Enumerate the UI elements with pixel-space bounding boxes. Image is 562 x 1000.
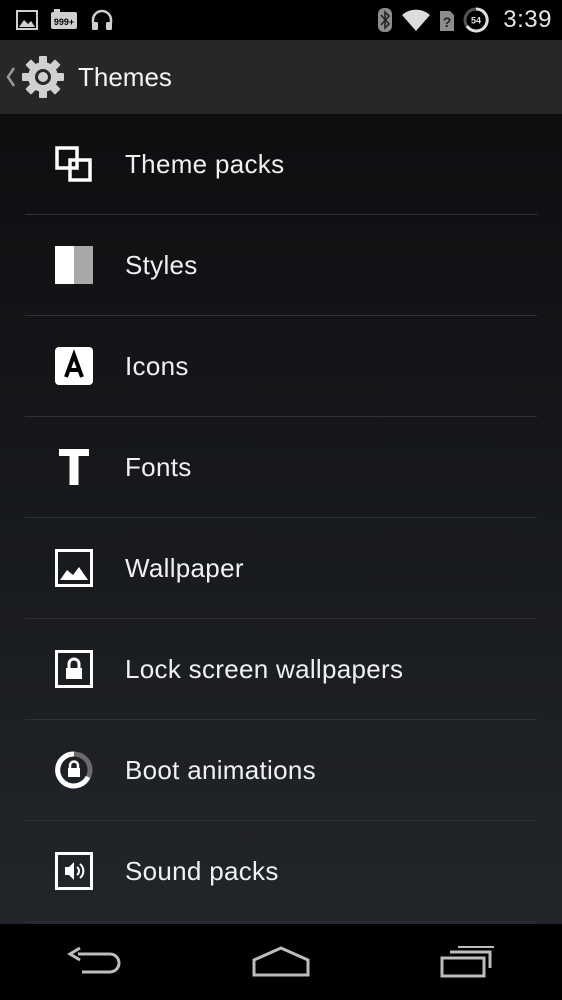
- notification-badge-text: 999+: [54, 17, 74, 27]
- theme-packs-icon: [55, 145, 93, 183]
- headphones-icon: [90, 9, 114, 31]
- list-item-label: Styles: [125, 249, 198, 280]
- settings-gear-icon[interactable]: [18, 52, 68, 102]
- navigation-bar: [0, 924, 562, 1000]
- clock: 3:39: [503, 6, 552, 33]
- wifi-icon: [401, 8, 431, 32]
- list-item-label: Fonts: [125, 451, 192, 482]
- svg-text:?: ?: [443, 14, 452, 30]
- list-item-lock-screen-wallpapers[interactable]: Lock screen wallpapers: [25, 619, 537, 720]
- theme-options-list: Theme packs Styles Icons Fonts Wallpaper…: [25, 114, 537, 922]
- home-icon[interactable]: [236, 932, 326, 992]
- list-item-wallpaper[interactable]: Wallpaper: [25, 518, 537, 619]
- fonts-icon: [55, 448, 93, 486]
- no-sim-icon: ?: [439, 8, 455, 32]
- list-item-styles[interactable]: Styles: [25, 215, 537, 316]
- status-bar: 999+ ? 54 3:39: [0, 0, 562, 40]
- list-item-label: Lock screen wallpapers: [125, 653, 404, 684]
- list-item-sound-packs[interactable]: Sound packs: [25, 821, 537, 922]
- list-item-label: Sound packs: [125, 855, 279, 886]
- system-status-area: ? 54 3:39: [377, 0, 552, 40]
- battery-icon: 54: [463, 7, 489, 33]
- bluetooth-icon: [377, 7, 393, 33]
- counter-badge-icon: 999+: [50, 9, 78, 31]
- list-item-icons[interactable]: Icons: [25, 316, 537, 417]
- recents-icon[interactable]: [423, 932, 513, 992]
- lock-screen-icon: [55, 650, 93, 688]
- list-item-label: Boot animations: [125, 754, 316, 785]
- list-item-label: Wallpaper: [125, 552, 244, 583]
- sound-packs-icon: [55, 852, 93, 890]
- up-caret-icon[interactable]: [6, 66, 16, 88]
- page-title: Themes: [78, 61, 172, 92]
- action-bar: Themes: [0, 40, 562, 115]
- content-area: Theme packs Styles Icons Fonts Wallpaper…: [0, 114, 562, 924]
- notification-area: 999+: [0, 9, 114, 31]
- list-item-fonts[interactable]: Fonts: [25, 417, 537, 518]
- styles-icon: [55, 246, 93, 284]
- wallpaper-icon: [55, 549, 93, 587]
- battery-level-text: 54: [471, 16, 481, 26]
- icons-icon: [55, 347, 93, 385]
- list-item-theme-packs[interactable]: Theme packs: [25, 114, 537, 215]
- list-item-label: Theme packs: [125, 148, 285, 179]
- list-item-boot-animations[interactable]: Boot animations: [25, 720, 537, 821]
- back-icon[interactable]: [49, 932, 139, 992]
- list-item-label: Icons: [125, 350, 189, 381]
- image-icon: [16, 10, 38, 30]
- boot-animation-icon: [55, 751, 93, 789]
